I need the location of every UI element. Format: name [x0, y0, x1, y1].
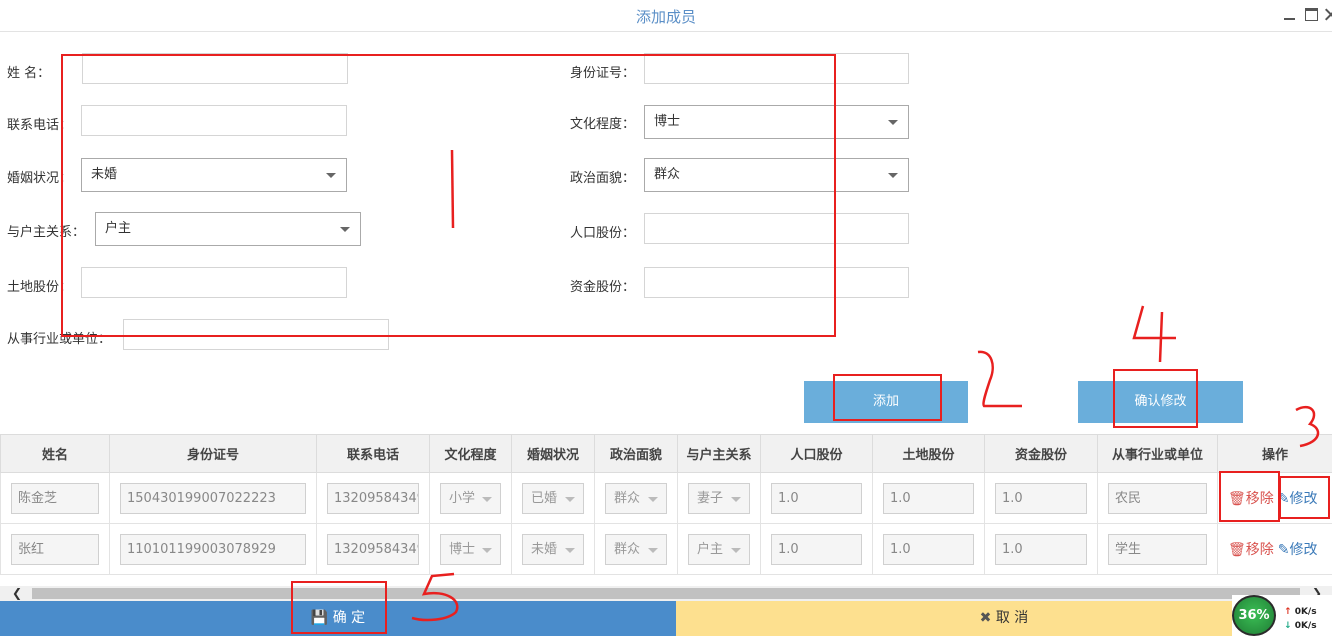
footer-bar: 💾 确 定 ✖ 取 消: [0, 601, 1332, 636]
scrollbar-thumb[interactable]: [32, 588, 1300, 599]
remove-link[interactable]: 🗑移除: [1228, 542, 1274, 558]
row-politic-value: 群众: [614, 541, 641, 557]
remove-label: 移除: [1245, 542, 1274, 558]
row-job-input[interactable]: 农民: [1108, 482, 1207, 514]
row-marriage-select[interactable]: 已婚: [522, 482, 584, 514]
row-land-input[interactable]: 1.0: [883, 482, 974, 514]
annotation-box-confirm: [1113, 369, 1198, 428]
column-header: 土地股份: [872, 434, 985, 473]
close-window-icon[interactable]: [1325, 8, 1332, 21]
column-header: 姓名: [0, 434, 110, 473]
name-label: 姓 名：: [7, 66, 51, 81]
table-row: 张红 110101199003078929 13209584349 博士 未婚 …: [0, 523, 1332, 575]
row-phone-input[interactable]: 13209584349: [327, 482, 419, 514]
chevron-down-icon: [648, 547, 658, 553]
chevron-down-icon: [731, 547, 741, 553]
row-name-input[interactable]: 张红: [11, 533, 99, 565]
arrow-down-icon: ↓: [1284, 621, 1292, 631]
row-name-input[interactable]: 陈金芝: [11, 482, 99, 514]
row-edu-value: 小学: [449, 490, 476, 506]
row-relation-select[interactable]: 妻子: [688, 482, 750, 514]
network-gauge: 36%: [1232, 595, 1276, 636]
row-pop-input[interactable]: 1.0: [771, 482, 862, 514]
pencil-icon: ✎: [1277, 542, 1290, 558]
row-edu-select[interactable]: 博士: [440, 533, 501, 565]
chevron-down-icon: [731, 496, 741, 502]
download-speed-value: 0K/s: [1294, 621, 1317, 631]
upload-speed: ↑ 0K/s: [1284, 607, 1317, 617]
annotation-mark-4: [1132, 305, 1176, 363]
annotation-box-form: [61, 54, 836, 337]
chevron-down-icon: [648, 496, 658, 502]
column-header: 与户主关系: [677, 434, 761, 473]
trash-icon: 🗑: [1228, 542, 1246, 558]
row-marriage-value: 已婚: [531, 490, 558, 506]
column-header: 从事行业或单位: [1097, 434, 1218, 473]
row-politic-select[interactable]: 群众: [605, 482, 667, 514]
row-phone-input[interactable]: 13209584349: [327, 533, 419, 565]
chevron-down-icon: [482, 547, 492, 553]
title-bar: 添加成员: [0, 0, 1332, 32]
row-marriage-select[interactable]: 未婚: [522, 533, 584, 565]
scroll-left-icon[interactable]: ❮: [8, 586, 26, 601]
row-marriage-value: 未婚: [531, 541, 558, 557]
column-header: 联系电话: [316, 434, 430, 473]
arrow-up-icon: ↑: [1284, 607, 1292, 617]
column-header: 婚姻状况: [511, 434, 595, 473]
members-table: 姓名 身份证号 联系电话 文化程度 婚姻状况 政治面貌 与户主关系 人口股份 土…: [0, 434, 1332, 575]
row-pop-input[interactable]: 1.0: [771, 533, 862, 565]
column-header: 身份证号: [109, 434, 317, 473]
row-job-input[interactable]: 学生: [1108, 533, 1207, 565]
annotation-mark-2: [977, 350, 1022, 408]
column-header: 操作: [1217, 434, 1332, 473]
close-icon: ✖: [979, 610, 992, 626]
annotation-box-add: [833, 374, 942, 421]
column-header: 人口股份: [760, 434, 873, 473]
upload-speed-value: 0K/s: [1294, 607, 1317, 617]
row-politic-value: 群众: [614, 490, 641, 506]
chevron-down-icon: [565, 547, 575, 553]
row-id-input[interactable]: 150430199007022223: [120, 482, 306, 514]
row-land-input[interactable]: 1.0: [883, 533, 974, 565]
row-edu-value: 博士: [449, 541, 476, 557]
download-speed: ↓ 0K/s: [1284, 621, 1317, 631]
row-fund-input[interactable]: 1.0: [995, 533, 1087, 565]
annotation-box-edit: [1279, 476, 1330, 519]
row-fund-input[interactable]: 1.0: [995, 482, 1087, 514]
edit-label: 修改: [1289, 542, 1318, 558]
row-relation-select[interactable]: 户主: [688, 533, 750, 565]
chevron-down-icon: [888, 173, 898, 178]
row-edu-select[interactable]: 小学: [440, 482, 501, 514]
row-relation-value: 户主: [697, 541, 724, 557]
minimize-icon[interactable]: [1283, 8, 1296, 21]
network-monitor: 36% ↑ 0K/s ↓ 0K/s: [1232, 595, 1332, 636]
table-header-row: 姓名 身份证号 联系电话 文化程度 婚姻状况 政治面貌 与户主关系 人口股份 土…: [0, 434, 1332, 473]
chevron-down-icon: [888, 120, 898, 125]
table-row: 陈金芝 150430199007022223 13209584349 小学 已婚…: [0, 472, 1332, 524]
row-id-input[interactable]: 110101199003078929: [120, 533, 306, 565]
row-politic-select[interactable]: 群众: [605, 533, 667, 565]
edit-link[interactable]: ✎修改: [1278, 542, 1318, 558]
maximize-icon[interactable]: [1305, 8, 1318, 21]
row-actions: 🗑移除 ✎修改: [1217, 523, 1332, 575]
annotation-box-remove: [1219, 471, 1280, 522]
column-header: 资金股份: [984, 434, 1098, 473]
window-title: 添加成员: [635, 8, 696, 26]
column-header: 政治面貌: [594, 434, 678, 473]
column-header: 文化程度: [429, 434, 512, 473]
row-relation-value: 妻子: [697, 490, 724, 506]
chevron-down-icon: [482, 496, 492, 502]
chevron-down-icon: [565, 496, 575, 502]
cancel-label: 取 消: [995, 610, 1029, 626]
horizontal-scrollbar[interactable]: ❮ ❯: [0, 586, 1332, 601]
annotation-box-ok: [291, 581, 387, 634]
